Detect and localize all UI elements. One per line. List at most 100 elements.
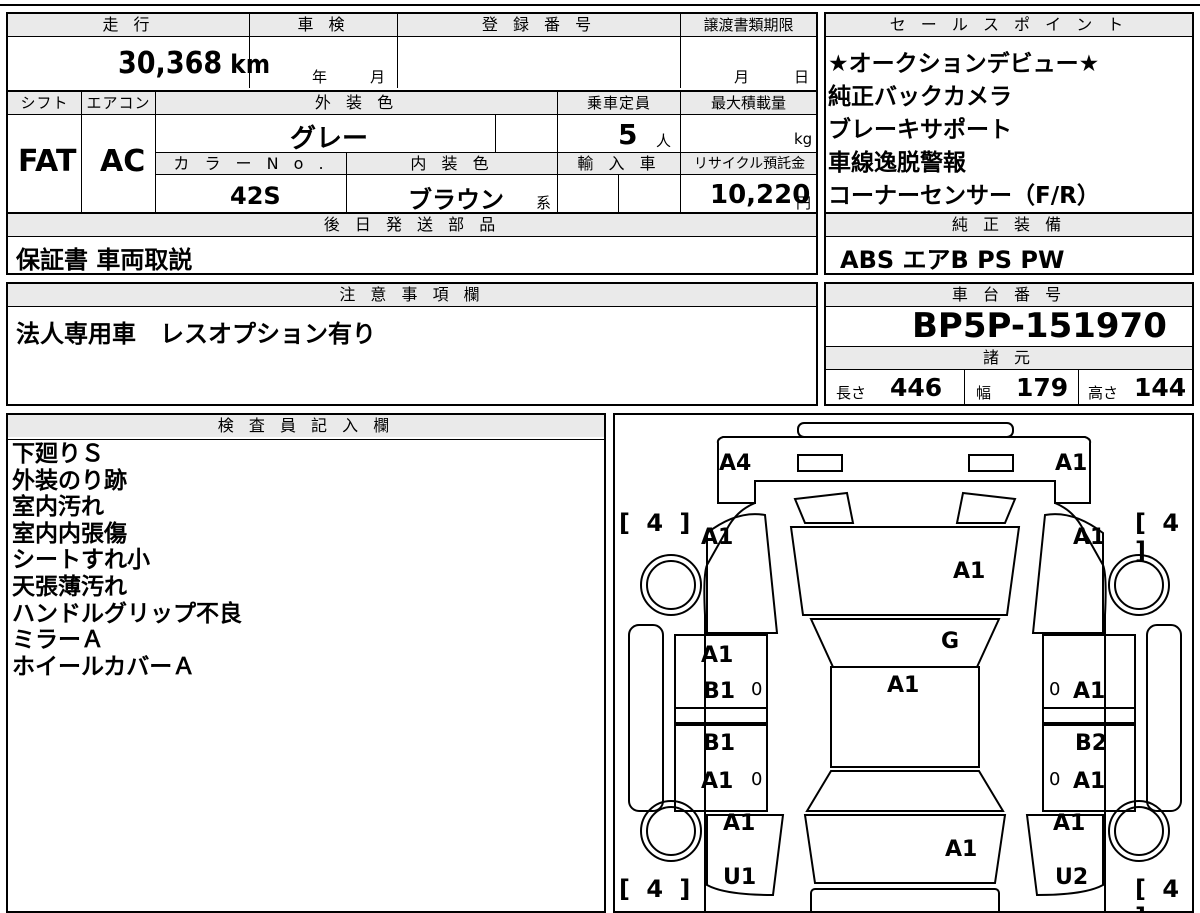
capacity-value: 5 xyxy=(618,118,638,151)
notes-value: 法人専用車 レスオプション有り xyxy=(16,320,376,348)
exterior-color-header: 外 装 色 xyxy=(156,92,557,114)
inspector-panel: 検 査 員 記 入 欄 下廻りＳ 外装のり跡 室内汚れ 室内内張傷 シートすれ小… xyxy=(6,413,606,913)
inspector-line: ミラーＡ xyxy=(12,627,104,654)
vehicle-info-panel: 走 行 車 検 登 録 番 号 譲渡書類期限 30,368 km 年 月 月 日 … xyxy=(6,12,818,275)
width-label: 幅 xyxy=(976,384,992,402)
height-label: 高さ xyxy=(1088,384,1119,402)
label-door-front-left-a: A1 xyxy=(701,643,734,668)
length-value: 446 xyxy=(890,373,943,402)
label-door-front-left-b: B1 xyxy=(703,679,736,704)
label-rear-left: U1 xyxy=(723,865,757,890)
grille-right-shape xyxy=(955,491,1017,524)
tire-rear-right-shape xyxy=(1108,800,1170,862)
tire-bracket-rear-right: [ 4 ] xyxy=(1135,875,1184,911)
inspector-line: 外装のり跡 xyxy=(12,467,127,494)
label-front-left-corner: A4 xyxy=(719,451,752,476)
sales-point-item: 車線逸脱警報 xyxy=(828,150,966,176)
tire-bracket-rear-left: [ 4 ] xyxy=(619,875,695,903)
sales-point-item: ブレーキサポート xyxy=(828,117,1012,143)
front-end-shape xyxy=(716,436,1092,504)
shift-value: FAT xyxy=(18,144,77,179)
inspection-header: 車 検 xyxy=(250,14,397,36)
later-parts-value: 保証書 車両取説 xyxy=(16,246,193,274)
label-door-rear-left-b: B1 xyxy=(703,731,736,756)
label-windshield: G xyxy=(941,629,960,654)
label-fender-front-right: A1 xyxy=(1073,525,1106,550)
capacity-unit: 人 xyxy=(656,132,672,150)
label-quarter-rear-left: A1 xyxy=(723,811,756,836)
mileage-header: 走 行 xyxy=(8,14,249,36)
deadline-month-unit: 月 xyxy=(734,68,750,86)
recycle-header: リサイクル預託金 xyxy=(681,153,816,175)
front-bumper-shape xyxy=(797,422,1014,438)
color-no-header: カ ラ ー N o . xyxy=(156,153,346,175)
inspector-line: 天張薄汚れ xyxy=(12,573,127,600)
door-mark-front-left: 0 xyxy=(751,679,763,700)
label-door-rear-left-a: A1 xyxy=(701,769,734,794)
inspector-line: ハンドルグリップ不良 xyxy=(12,600,242,627)
sales-point-item: ★オークションデビュー★ xyxy=(828,51,1100,77)
color-no-value: 42S xyxy=(230,182,281,210)
registration-header: 登 録 番 号 xyxy=(398,14,680,36)
max-load-unit: kg xyxy=(794,130,813,148)
label-trunk: A1 xyxy=(945,837,978,862)
inspection-year-unit: 年 xyxy=(312,68,328,86)
label-hood: A1 xyxy=(953,559,986,584)
chassis-number: BP5P-151970 xyxy=(912,306,1167,346)
rear-bumper-shape xyxy=(810,888,1000,911)
tire-rear-left-shape xyxy=(640,800,702,862)
inspector-line: 室内汚れ xyxy=(12,494,104,521)
headlight-left-shape xyxy=(797,454,843,472)
grille-left-shape xyxy=(793,491,855,524)
windshield-shape xyxy=(809,618,1001,668)
sales-points-list: ★オークションデビュー★ 純正バックカメラ ブレーキサポート 車線逸脱警報 コー… xyxy=(828,48,1100,213)
interior-color-value: ブラウン xyxy=(408,186,504,214)
inspector-notes: 下廻りＳ 外装のり跡 室内汚れ 室内内張傷 シートすれ小 天張薄汚れ ハンドルグ… xyxy=(12,441,242,680)
tire-front-left-shape xyxy=(640,554,702,616)
side-skirt-right-shape xyxy=(1146,624,1182,812)
door-mark-rear-left: 0 xyxy=(751,769,763,790)
rear-window-shape xyxy=(805,770,1005,812)
sales-points-panel: セ ー ル ス ポ イ ン ト ★オークションデビュー★ 純正バックカメラ ブレ… xyxy=(824,12,1194,275)
capacity-header: 乗車定員 xyxy=(558,92,680,114)
label-door-rear-right-b: B2 xyxy=(1075,731,1108,756)
aircon-value: AC xyxy=(100,144,146,179)
tire-bracket-front-left: [ 4 ] xyxy=(619,509,695,537)
door-mark-front-right: 0 xyxy=(1049,679,1061,700)
max-load-header: 最大積載量 xyxy=(681,92,816,114)
label-fender-front-left: A1 xyxy=(701,525,734,550)
interior-series-unit: 系 xyxy=(536,194,552,212)
side-skirt-left-shape xyxy=(628,624,664,812)
sales-point-item: 純正バックカメラ xyxy=(828,84,1012,110)
label-front-right-corner: A1 xyxy=(1055,451,1088,476)
inspector-header: 検 査 員 記 入 欄 xyxy=(8,415,604,437)
inspector-line: シートすれ小 xyxy=(12,547,150,574)
exterior-color-value: グレー xyxy=(290,124,369,154)
deadline-day-unit: 日 xyxy=(794,68,810,86)
label-quarter-rear-right: A1 xyxy=(1053,811,1086,836)
equipment-value: ABS エアB PS PW xyxy=(840,246,1065,274)
sales-point-item: コーナーセンサー（F/R） xyxy=(828,183,1100,209)
inspector-line: ホイールカバーＡ xyxy=(12,653,196,680)
aircon-header: エアコン xyxy=(82,92,155,114)
transfer-deadline-header: 譲渡書類期限 xyxy=(681,14,816,36)
mileage-value: 30,368 km xyxy=(118,46,271,81)
top-strip xyxy=(0,0,1200,6)
headlight-right-shape xyxy=(968,454,1014,472)
length-label: 長さ xyxy=(836,384,867,402)
import-header: 輸 入 車 xyxy=(558,153,680,175)
label-rear-right: U2 xyxy=(1055,865,1089,890)
damage-map-panel: A4 A1 [ 4 ] [ 4 ] A1 A1 A1 G A1 B1 0 A1 … xyxy=(613,413,1194,913)
interior-color-header: 内 装 色 xyxy=(347,153,557,175)
notes-panel: 注 意 事 項 欄 法人専用車 レスオプション有り xyxy=(6,282,818,406)
equipment-header: 純 正 装 備 xyxy=(826,214,1192,236)
tire-bracket-front-right: [ 4 ] xyxy=(1135,509,1184,565)
shift-header: シフト xyxy=(8,92,81,114)
chassis-panel: 車 台 番 号 BP5P-151970 諸 元 長さ 446 幅 179 高さ … xyxy=(824,282,1194,406)
label-door-rear-right-a: A1 xyxy=(1073,769,1106,794)
inspector-line: 室内内張傷 xyxy=(12,520,127,547)
notes-header: 注 意 事 項 欄 xyxy=(8,284,816,306)
sales-points-header: セ ー ル ス ポ イ ン ト xyxy=(826,14,1192,36)
height-value: 144 xyxy=(1134,373,1187,402)
label-roof: A1 xyxy=(887,673,920,698)
